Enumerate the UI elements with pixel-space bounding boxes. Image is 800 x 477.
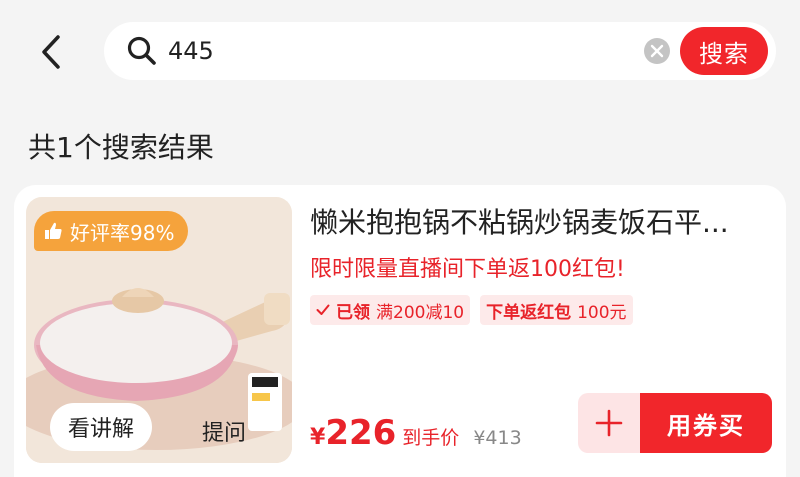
price-row: ¥226 到手价 ¥413 <box>310 413 522 453</box>
currency-symbol: ¥ <box>310 425 326 450</box>
close-icon <box>650 44 664 58</box>
product-card[interactable]: 好评率98% 看讲解 提问 懒米抱抱锅不粘锅炒锅麦饭石平... 限时限量直播间下… <box>14 185 786 477</box>
chevron-left-icon <box>42 35 60 69</box>
price: ¥226 <box>310 413 396 453</box>
plus-icon <box>595 409 623 437</box>
search-input[interactable]: 445 <box>168 37 214 65</box>
product-title[interactable]: 懒米抱抱锅不粘锅炒锅麦饭石平... <box>310 205 770 241</box>
ask-question-button[interactable]: 提问 <box>202 415 246 447</box>
rating-badge: 好评率98% <box>34 211 189 251</box>
rating-text: 好评率98% <box>70 220 175 245</box>
promo-text: 限时限量直播间下单返100红包! <box>310 257 625 282</box>
coupon-status: 下单返红包 <box>486 302 572 323</box>
clear-button[interactable] <box>644 38 670 64</box>
coupon-text: 满200减10 <box>376 302 465 323</box>
thumbs-up-icon <box>45 222 62 239</box>
header: 445 搜索 <box>0 0 800 100</box>
watch-label: 看讲解 <box>68 417 135 442</box>
coupon-status: 已领 <box>336 302 370 323</box>
search-icon <box>127 36 156 65</box>
original-price: ¥413 <box>473 427 522 449</box>
price-note: 到手价 <box>402 427 460 449</box>
result-count: 共1个搜索结果 <box>28 131 214 164</box>
add-to-cart-button[interactable] <box>578 393 640 453</box>
search-button[interactable]: 搜索 <box>680 27 768 75</box>
back-button[interactable] <box>28 26 76 78</box>
watch-explanation-button[interactable]: 看讲解 <box>50 403 153 451</box>
coupon-row: 已领 满200减10 下单返红包 100元 <box>310 295 633 325</box>
coupon-claimed: 已领 满200减10 <box>310 295 471 325</box>
search-box[interactable]: 445 搜索 <box>104 22 776 80</box>
coupon-redpacket: 下单返红包 100元 <box>480 295 633 325</box>
product-image[interactable]: 好评率98% 看讲解 提问 <box>26 197 292 463</box>
coupon-text: 100元 <box>577 302 627 323</box>
buy-with-coupon-button[interactable]: 用券买 <box>640 393 772 453</box>
check-icon <box>316 304 330 315</box>
price-value: 226 <box>325 413 397 453</box>
